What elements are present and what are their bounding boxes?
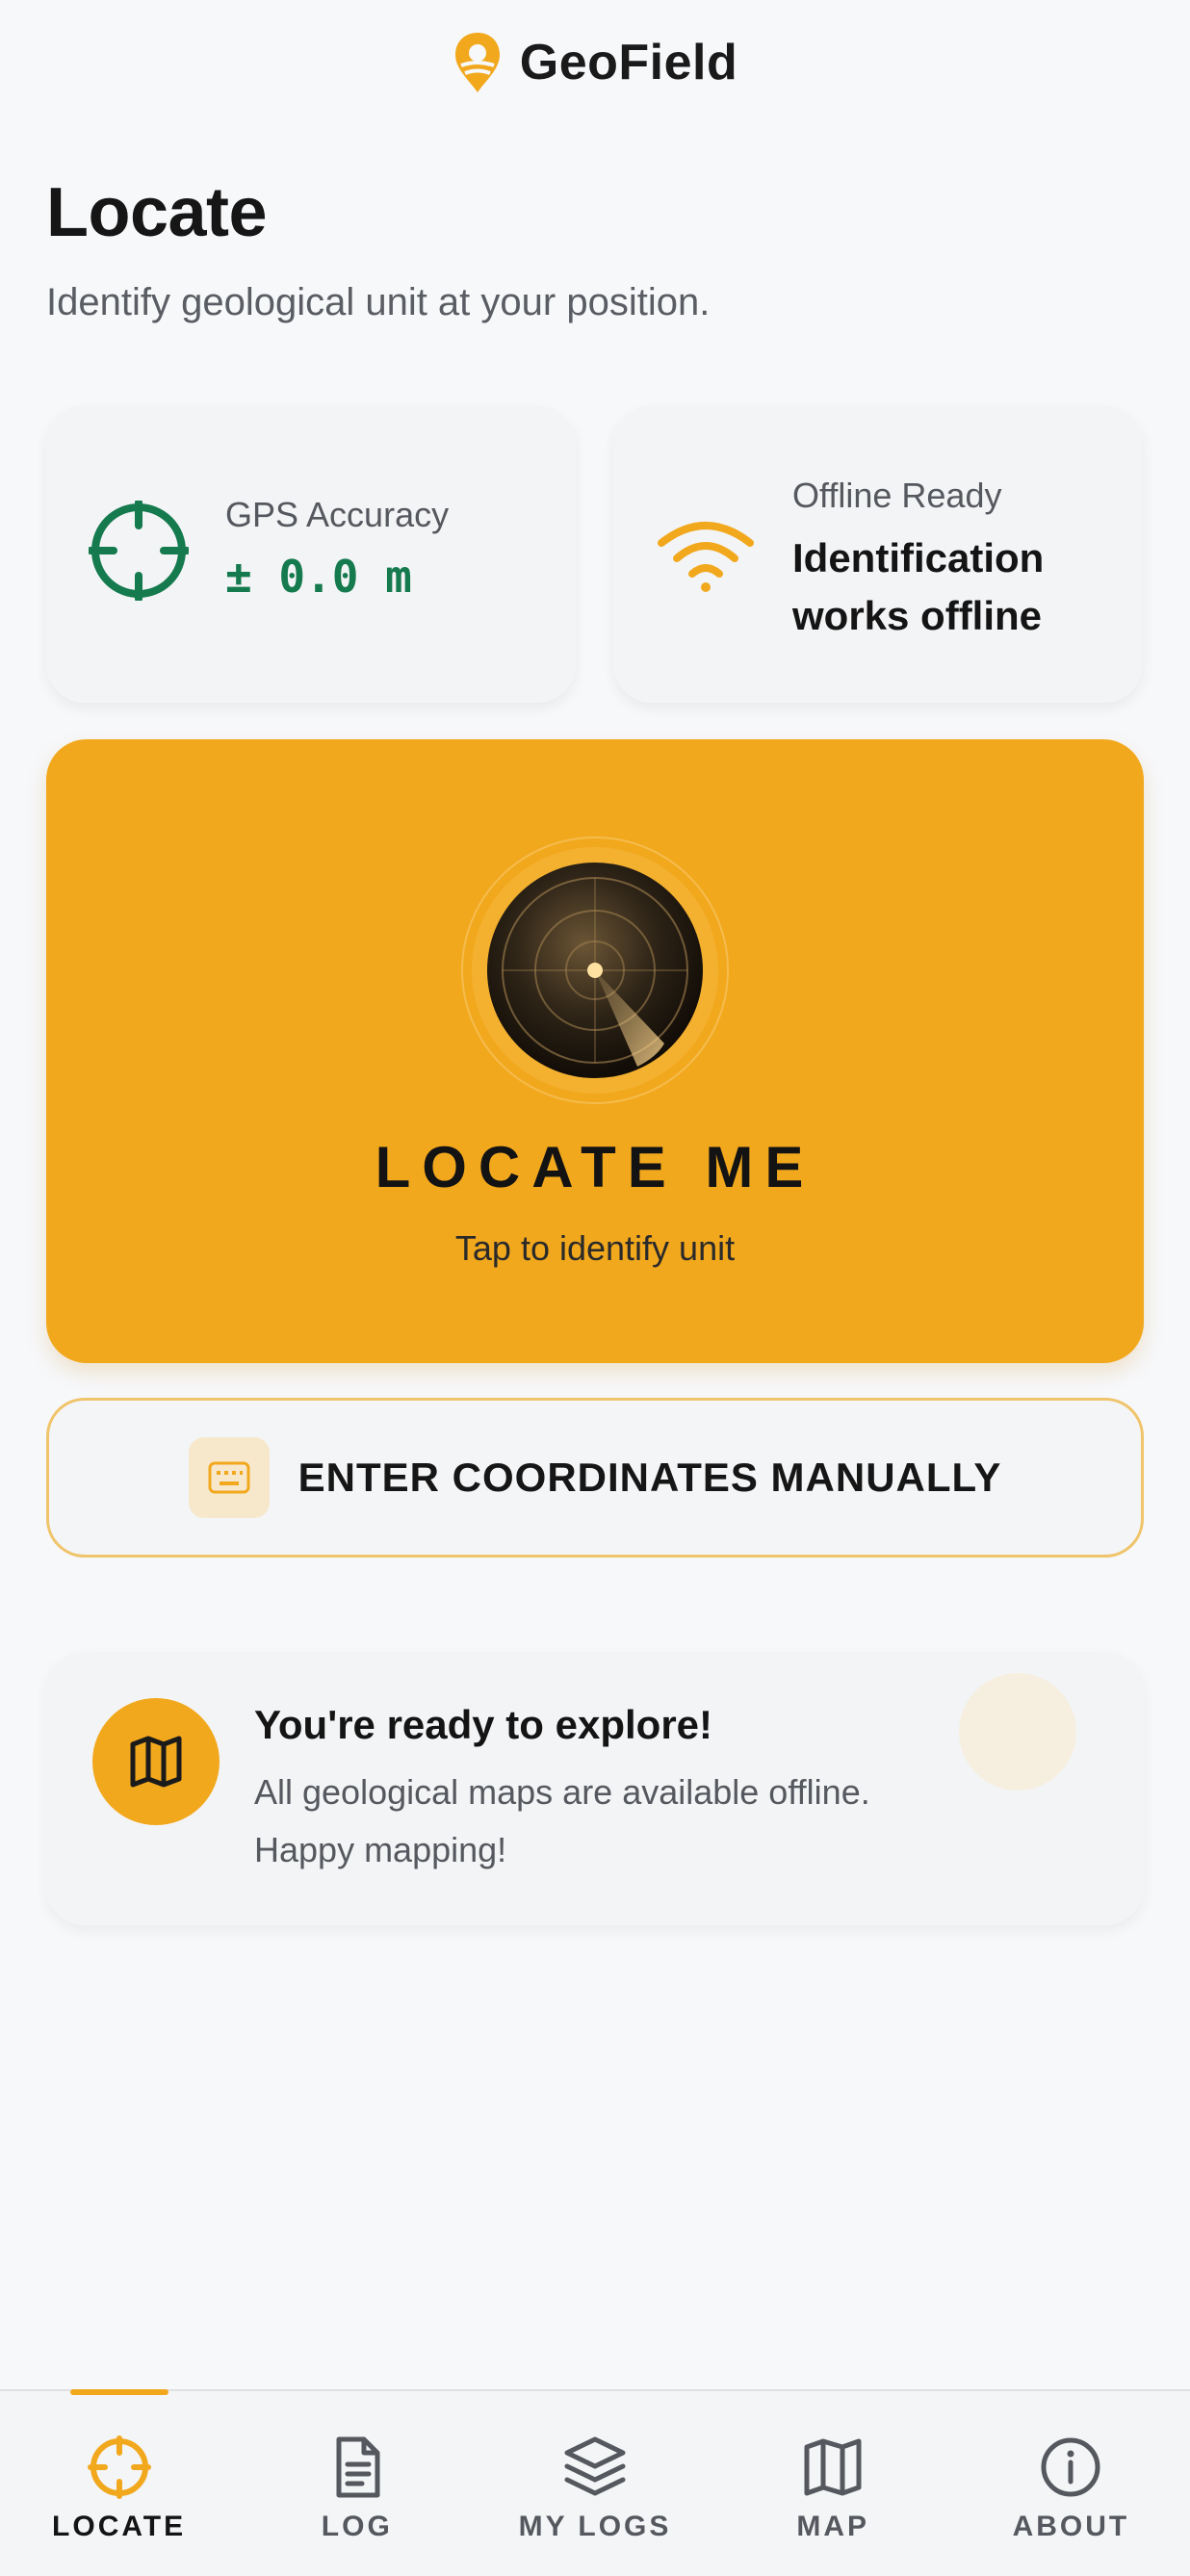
- ready-title: You're ready to explore!: [254, 1702, 713, 1747]
- nav-label-locate: LOCATE: [52, 2511, 187, 2542]
- nav-item-map[interactable]: MAP: [714, 2391, 952, 2576]
- page-subtitle: Identify geological unit at your positio…: [46, 281, 711, 323]
- map-icon: [804, 2438, 862, 2496]
- locate-me-hint: Tap to identify unit: [454, 1228, 736, 1268]
- nav-item-my-logs[interactable]: MY LOGS: [476, 2391, 713, 2576]
- decorative-circle: [959, 1673, 1076, 1790]
- page-title: Locate: [46, 174, 268, 251]
- nav-item-locate[interactable]: LOCATE: [0, 2389, 238, 2576]
- ready-card: You're ready to explore! All geological …: [46, 1652, 1144, 1925]
- offline-ready-value: Identification works offline: [792, 535, 1045, 638]
- layers-icon: [564, 2436, 626, 2496]
- offline-ready-card: Offline Ready Identification works offli…: [613, 406, 1143, 703]
- locate-me-button[interactable]: LOCATE ME Tap to identify unit: [46, 739, 1144, 1363]
- nav-label-my-logs: MY LOGS: [518, 2511, 672, 2542]
- nav-label-log: LOG: [321, 2511, 393, 2542]
- gps-accuracy-value: ± 0.0 m: [225, 551, 412, 603]
- bottom-nav: LOCATE LOG MY LOGS MAP ABOUT: [0, 2389, 1190, 2576]
- app-title: GeoField: [519, 35, 738, 90]
- gps-accuracy-label: GPS Accuracy: [225, 495, 450, 534]
- locate-me-label: LOCATE ME: [375, 1135, 815, 1199]
- gps-accuracy-card: GPS Accuracy ± 0.0 m: [46, 406, 576, 703]
- nav-item-about[interactable]: ABOUT: [952, 2391, 1190, 2576]
- nav-item-log[interactable]: LOG: [238, 2391, 476, 2576]
- active-tab-indicator: [69, 2389, 168, 2395]
- nav-label-map: MAP: [796, 2511, 870, 2542]
- map-icon: [92, 1698, 220, 1825]
- crosshair-icon: [89, 501, 189, 601]
- crosshair-icon: [87, 2435, 151, 2499]
- ready-text: All geological maps are available offlin…: [254, 1772, 870, 1869]
- enter-coordinates-button[interactable]: ENTER COORDINATES MANUALLY: [46, 1398, 1144, 1558]
- offline-ready-label: Offline Ready: [792, 476, 1002, 515]
- radar-icon: [461, 837, 729, 1104]
- document-icon: [336, 2436, 380, 2498]
- nav-label-about: ABOUT: [1012, 2511, 1130, 2542]
- enter-coordinates-label: ENTER COORDINATES MANUALLY: [298, 1455, 1002, 1500]
- info-icon: [1041, 2437, 1100, 2497]
- wifi-icon: [658, 522, 754, 592]
- keyboard-icon: [188, 1437, 270, 1518]
- logo-pin-icon: [454, 33, 500, 92]
- app-header: GeoField: [0, 0, 1190, 125]
